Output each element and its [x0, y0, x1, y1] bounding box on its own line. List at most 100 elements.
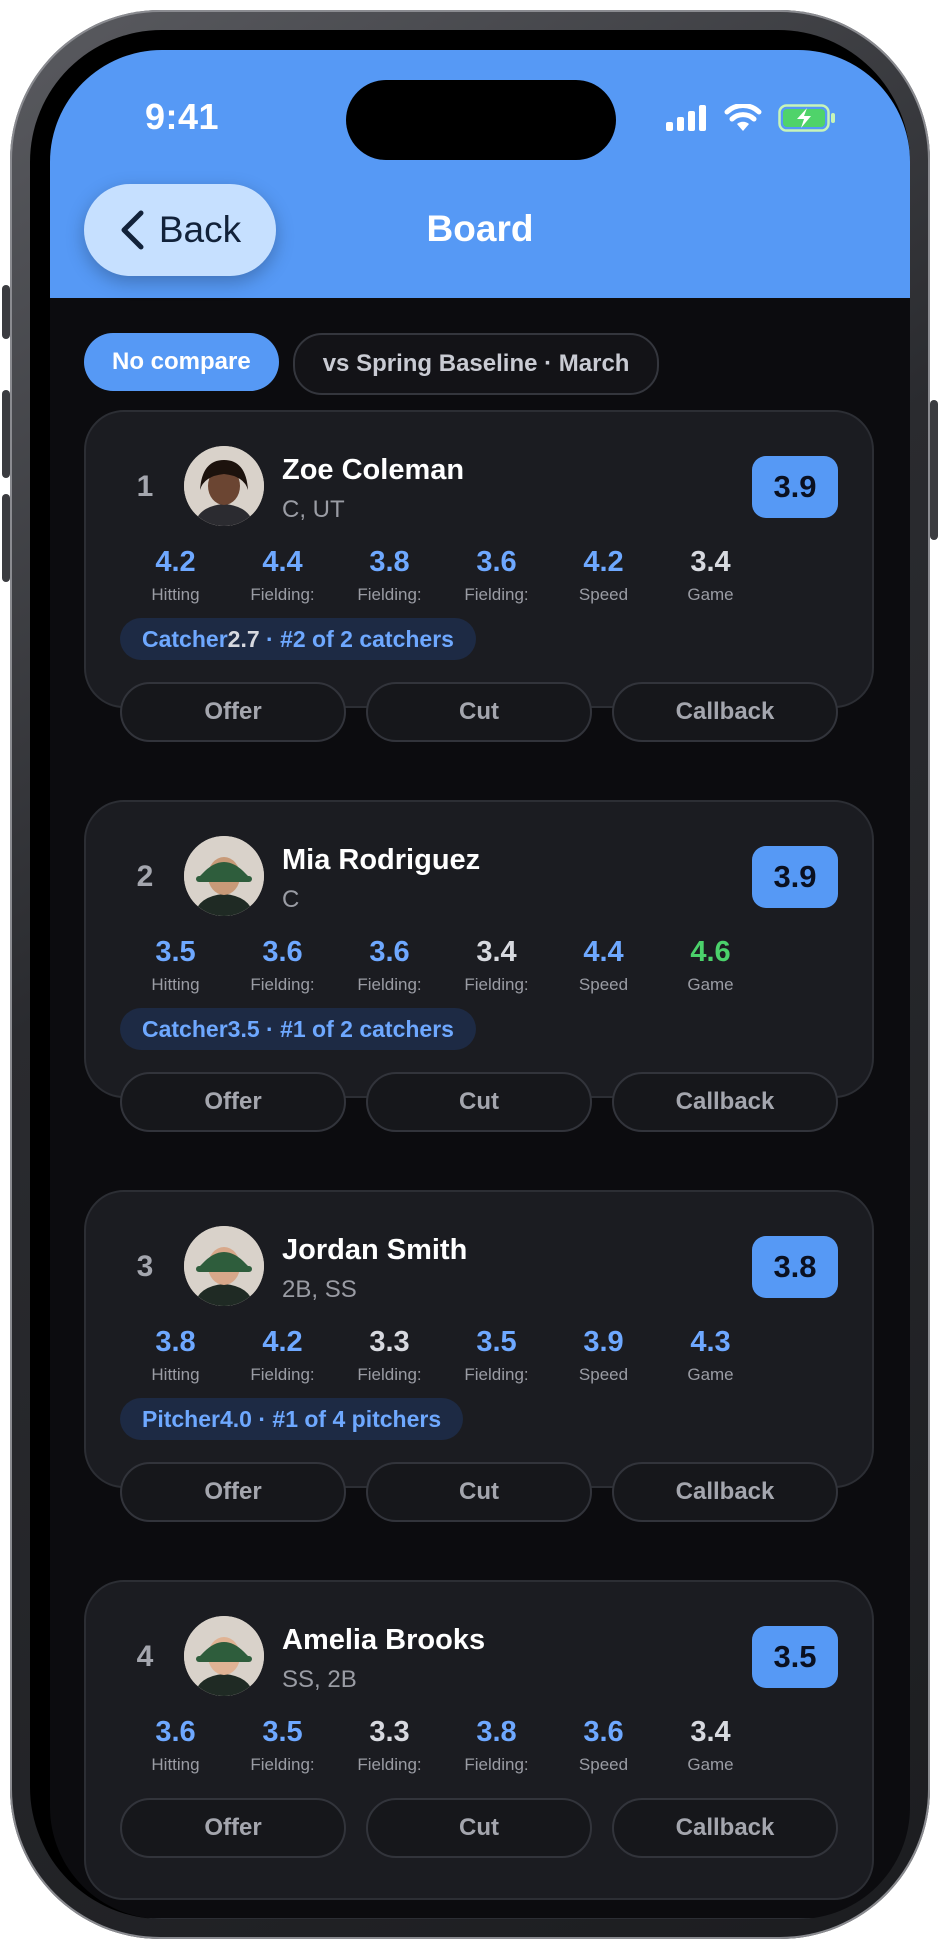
- stat-3: 3.6 Fielding:: [443, 546, 550, 605]
- stat-2: 3.3 Fielding:: [336, 1716, 443, 1775]
- tag-value: 3.5: [227, 1015, 260, 1042]
- stat-value: 3.4: [690, 546, 731, 578]
- stat-label: Hitting: [151, 1365, 200, 1384]
- stat-label: Game: [687, 1365, 734, 1384]
- stat-1: 4.2 Fielding:: [229, 1326, 336, 1385]
- callback-button[interactable]: Callback: [612, 1798, 838, 1858]
- stat-value: 3.9: [583, 1326, 624, 1358]
- stat-label: Speed: [578, 975, 629, 994]
- position-rank-badge: Pitcher 4.0 · #1 of 4 pitchers: [120, 1398, 464, 1440]
- stat-label: Fielding:: [250, 585, 315, 604]
- stat-value: 3.8: [476, 1716, 517, 1748]
- player-positions: C: [282, 886, 300, 913]
- stat-0: 3.8 Hitting: [122, 1326, 229, 1385]
- cut-button[interactable]: Cut: [366, 1072, 592, 1132]
- wifi-icon: [724, 104, 762, 131]
- stat-label: Fielding:: [250, 1755, 315, 1774]
- stat-row: 3.8 Hitting 4.2 Fielding: 3.3 Fielding: …: [122, 1326, 764, 1385]
- stat-label: Fielding:: [464, 585, 529, 604]
- player-card[interactable]: 4 Amelia Brooks SS, 2B 3.5 3.6 Hitting 3…: [84, 1580, 874, 1900]
- avatar: [184, 446, 264, 526]
- stat-value: 3.6: [476, 546, 517, 578]
- player-card[interactable]: 3 Jordan Smith 2B, SS 3.8 3.8 Hitting 4.…: [84, 1190, 874, 1522]
- volume-down-button: [2, 494, 10, 582]
- stat-value: 3.5: [476, 1326, 517, 1358]
- player-photo: [184, 1616, 264, 1696]
- stat-0: 4.2 Hitting: [122, 546, 229, 605]
- stat-label: Speed: [578, 585, 629, 604]
- cut-button[interactable]: Cut: [366, 1462, 592, 1522]
- player-positions: 2B, SS: [282, 1276, 357, 1303]
- stat-5: 4.6 Game: [657, 936, 764, 995]
- player-name: Jordan Smith: [282, 1234, 468, 1266]
- stat-0: 3.6 Hitting: [122, 1716, 229, 1775]
- stat-3: 3.5 Fielding:: [443, 1326, 550, 1385]
- offer-button[interactable]: Offer: [120, 682, 346, 742]
- stat-value: 3.8: [369, 546, 410, 578]
- stat-4: 4.2 Speed: [550, 546, 657, 605]
- stat-label: Fielding:: [250, 1365, 315, 1384]
- offer-button[interactable]: Offer: [120, 1798, 346, 1858]
- no-compare-chip[interactable]: No compare: [84, 333, 279, 391]
- status-icons: [666, 104, 836, 132]
- tag-rank: · #1 of 4 pitchers: [251, 1405, 442, 1432]
- stat-label: Hitting: [151, 975, 200, 994]
- player-card[interactable]: 2 Mia Rodriguez C 3.9 3.5 Hitting 3.6 Fi…: [84, 800, 874, 1132]
- stat-label: Speed: [578, 1755, 629, 1774]
- stat-5: 3.4 Game: [657, 1716, 764, 1775]
- callback-button[interactable]: Callback: [612, 682, 838, 742]
- stat-label: Fielding:: [250, 975, 315, 994]
- player-positions: C, UT: [282, 496, 345, 523]
- callback-button[interactable]: Callback: [612, 1462, 838, 1522]
- avatar: [184, 1226, 264, 1306]
- signal-icon: [666, 105, 706, 131]
- stat-0: 3.5 Hitting: [122, 936, 229, 995]
- compare-selector: No compare vs Spring Baseline · March: [84, 333, 660, 395]
- screen: 9:41 Back Board No compare vs Spring Bas…: [50, 50, 910, 1919]
- player-photo: [184, 836, 264, 916]
- dynamic-island: [346, 80, 616, 160]
- stat-value: 3.4: [476, 936, 517, 968]
- tag-rank: · #2 of 2 catchers: [259, 625, 454, 652]
- stat-label: Fielding:: [464, 1755, 529, 1774]
- overall-score-badge: 3.5: [752, 1626, 838, 1688]
- stat-value: 3.8: [155, 1326, 196, 1358]
- rank-number: 4: [136, 1640, 154, 1673]
- player-name: Zoe Coleman: [282, 454, 465, 486]
- stat-value: 3.6: [369, 936, 410, 968]
- stat-value: 4.2: [262, 1326, 303, 1358]
- stat-value: 3.6: [155, 1716, 196, 1748]
- offer-button[interactable]: Offer: [120, 1072, 346, 1132]
- cut-button[interactable]: Cut: [366, 682, 592, 742]
- rank-number: 1: [136, 470, 154, 503]
- stat-row: 3.6 Hitting 3.5 Fielding: 3.3 Fielding: …: [122, 1716, 764, 1775]
- tag-role: Catcher: [142, 1015, 228, 1042]
- stat-label: Fielding:: [464, 1365, 529, 1384]
- spring-baseline-chip[interactable]: vs Spring Baseline · March: [292, 333, 660, 395]
- offer-button[interactable]: Offer: [120, 1462, 346, 1522]
- stat-2: 3.8 Fielding:: [336, 546, 443, 605]
- action-button: [2, 285, 10, 339]
- stat-value: 4.4: [583, 936, 624, 968]
- player-card[interactable]: 1 Zoe Coleman C, UT 3.9 4.2 Hitting 4.4 …: [84, 410, 874, 742]
- action-row: Offer Cut Callback: [120, 1798, 838, 1858]
- stat-label: Hitting: [151, 585, 200, 604]
- callback-button[interactable]: Callback: [612, 1072, 838, 1132]
- stat-value: 4.4: [262, 546, 303, 578]
- next-card-peek: [84, 1918, 878, 1919]
- stat-label: Fielding:: [357, 1365, 422, 1384]
- player-name: Mia Rodriguez: [282, 844, 481, 876]
- stat-label: Hitting: [151, 1755, 200, 1774]
- player-photo: [184, 446, 264, 526]
- stat-value: 3.4: [690, 1716, 731, 1748]
- stat-4: 4.4 Speed: [550, 936, 657, 995]
- stat-3: 3.4 Fielding:: [443, 936, 550, 995]
- stat-label: Fielding:: [357, 585, 422, 604]
- stat-row: 3.5 Hitting 3.6 Fielding: 3.6 Fielding: …: [122, 936, 764, 995]
- cut-button[interactable]: Cut: [366, 1798, 592, 1858]
- avatar: [184, 1616, 264, 1696]
- stat-row: 4.2 Hitting 4.4 Fielding: 3.8 Fielding: …: [122, 546, 764, 605]
- stat-label: Game: [687, 975, 734, 994]
- volume-up-button: [2, 390, 10, 478]
- stat-label: Speed: [578, 1365, 629, 1384]
